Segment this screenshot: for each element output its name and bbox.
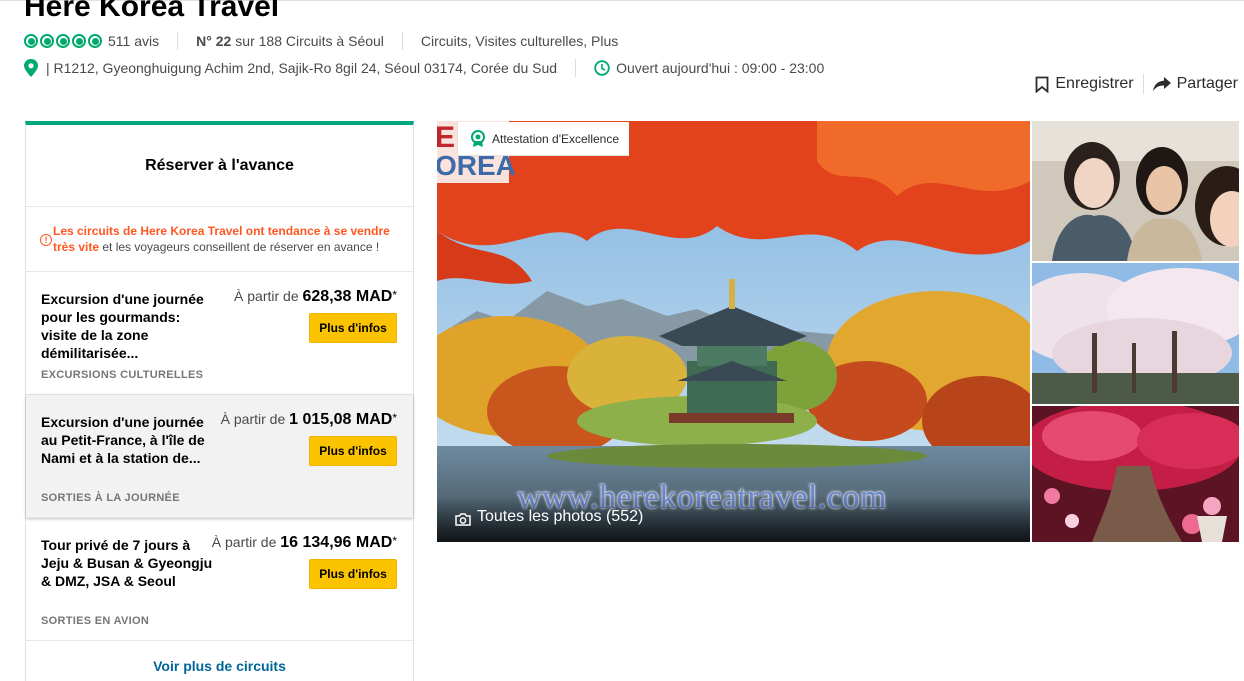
thumbnail-photo[interactable] — [1032, 263, 1239, 404]
reviews-link[interactable]: 511 avis — [108, 33, 159, 49]
price-prefix: À partir de — [220, 411, 290, 427]
award-icon — [471, 129, 485, 147]
share-arrow-icon — [1152, 77, 1171, 91]
notice-text: et les voyageurs conseillent de réserver… — [99, 240, 380, 254]
camera-icon — [455, 513, 471, 526]
divider — [1142, 74, 1144, 94]
tour-price: À partir de 628,38 MAD* — [234, 288, 397, 306]
tour-item[interactable]: Excursion d'une journée pour les gourman… — [26, 272, 413, 395]
tour-price: À partir de 1 015,08 MAD* — [221, 411, 397, 429]
address-row: | R1212, Gyeonghuigung Achim 2nd, Sajik-… — [24, 58, 824, 78]
price-amount: 628,38 MAD — [302, 288, 393, 305]
price-prefix: À partir de — [211, 534, 281, 550]
price-prefix: À partir de — [234, 288, 303, 304]
rank-number: N° 22 — [196, 33, 232, 49]
more-info-button[interactable]: Plus d'infos — [309, 436, 397, 466]
see-more-tours-link[interactable]: Voir plus de circuits — [26, 641, 413, 681]
header-actions: Enregistrer Partager — [1035, 74, 1238, 94]
rating-row: 511 avis N° 22 sur 188 Circuits à Séoul … — [24, 32, 618, 50]
booking-title: Réserver à l'avance — [26, 125, 413, 207]
thumbnail-photo[interactable] — [1032, 121, 1239, 261]
flower-tree-photo — [1032, 406, 1239, 542]
tour-category: SORTIES À LA JOURNÉE — [41, 492, 180, 504]
tour-price: À partir de 16 134,96 MAD* — [212, 534, 397, 552]
more-info-button[interactable]: Plus d'infos — [309, 313, 397, 343]
tour-name[interactable]: Tour privé de 7 jours à Jeju & Busan & G… — [41, 536, 216, 590]
page-title: Here Korea Travel — [24, 0, 280, 23]
cherry-blossom-photo — [1032, 263, 1239, 404]
alert-icon: ! — [40, 234, 52, 246]
share-label: Partager — [1176, 75, 1238, 92]
categories-link[interactable]: Circuits, Visites culturelles, Plus — [421, 33, 618, 49]
booking-notice: ! Les circuits de Here Korea Travel ont … — [26, 207, 413, 272]
hours-text[interactable]: Ouvert aujourd'hui : 09:00 - 23:00 — [616, 60, 824, 76]
excellence-badge[interactable]: Attestation d'Excellence — [457, 122, 630, 156]
rating-bubble — [24, 34, 38, 48]
divider — [177, 32, 179, 50]
rating-bubble — [72, 34, 86, 48]
tour-name[interactable]: Excursion d'une journée pour les gourman… — [41, 290, 216, 362]
clock-icon — [594, 60, 610, 76]
price-asterisk: * — [392, 411, 397, 425]
main-photo[interactable]: E OREA Attestation d'Excellence www.here… — [437, 121, 1030, 542]
address-text[interactable]: | R1212, Gyeonghuigung Achim 2nd, Sajik-… — [46, 60, 557, 76]
tour-category: EXCURSIONS CULTURELLES — [41, 369, 204, 381]
price-asterisk: * — [392, 534, 397, 548]
share-button[interactable]: Partager — [1152, 75, 1238, 93]
save-button[interactable]: Enregistrer — [1035, 75, 1134, 93]
tour-item[interactable]: Excursion d'une journée au Petit-France,… — [26, 395, 413, 518]
map-pin-icon — [24, 59, 38, 77]
price-amount: 16 134,96 MAD — [280, 534, 393, 551]
price-asterisk: * — [392, 288, 397, 302]
rank-link[interactable]: sur 188 Circuits à Séoul — [235, 33, 384, 49]
booking-panel: Réserver à l'avance ! Les circuits de He… — [25, 121, 414, 681]
rating-bubbles[interactable] — [24, 34, 102, 48]
rating-bubble — [56, 34, 70, 48]
rating-bubble — [88, 34, 102, 48]
save-label: Enregistrer — [1055, 75, 1134, 92]
thumbnail-photo[interactable] — [1032, 406, 1239, 542]
rating-bubble — [40, 34, 54, 48]
bookmark-icon — [1035, 76, 1049, 93]
price-amount: 1 015,08 MAD — [289, 411, 393, 428]
divider — [401, 32, 403, 50]
all-photos-label: Toutes les photos (552) — [477, 508, 644, 525]
tour-item[interactable]: Tour privé de 7 jours à Jeju & Busan & G… — [26, 518, 413, 641]
badge-label: Attestation d'Excellence — [492, 131, 620, 146]
selfie-photo — [1032, 121, 1239, 261]
tour-category: SORTIES EN AVION — [41, 615, 150, 627]
tour-name[interactable]: Excursion d'une journée au Petit-France,… — [41, 413, 216, 467]
more-info-button[interactable]: Plus d'infos — [309, 559, 397, 589]
all-photos-button[interactable]: Toutes les photos (552) — [437, 496, 1030, 542]
divider — [575, 59, 577, 77]
